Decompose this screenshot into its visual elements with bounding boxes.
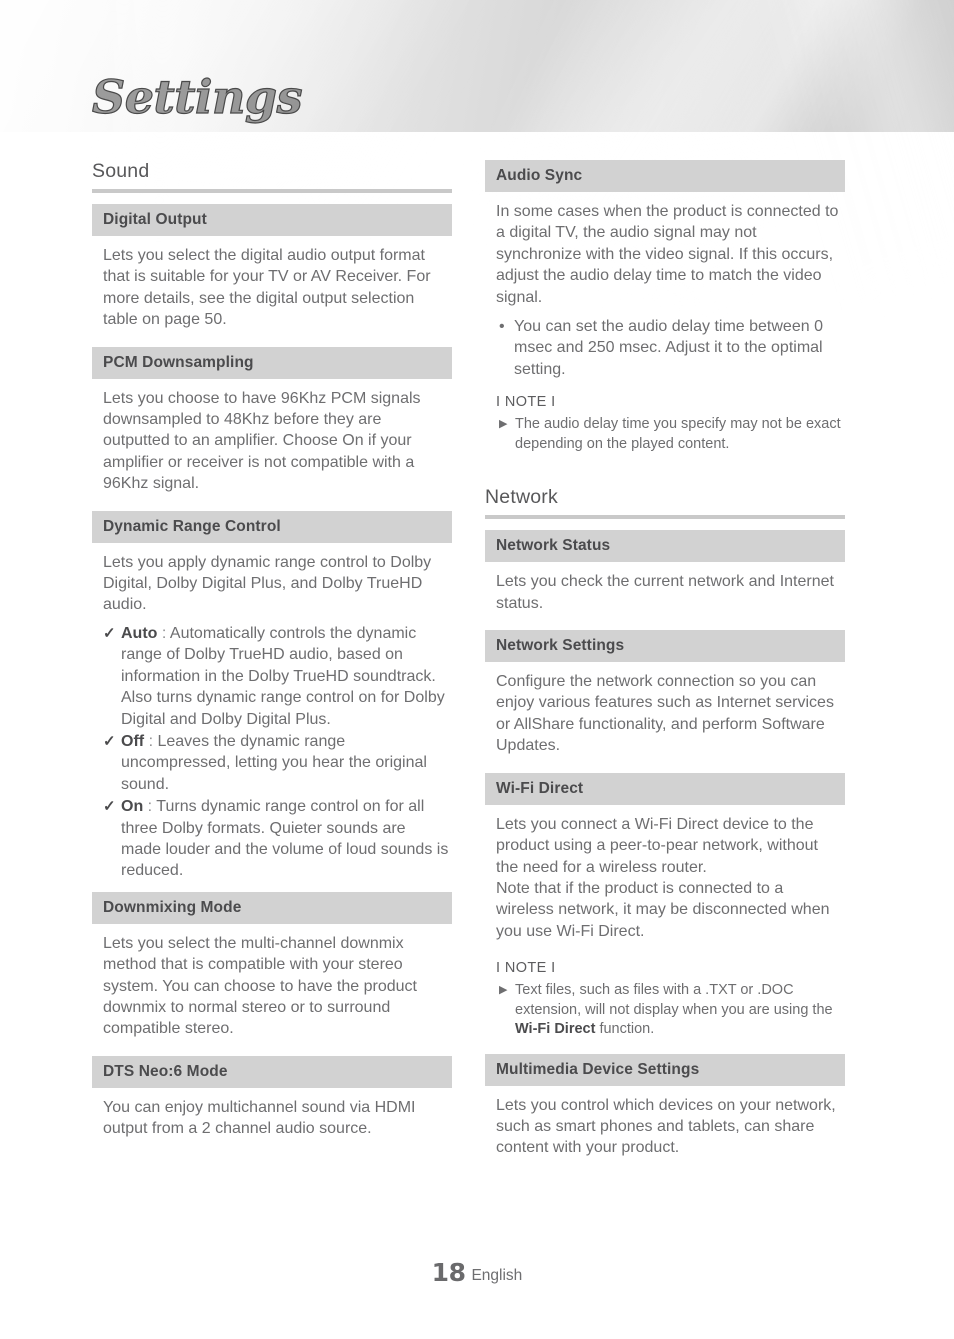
paragraph: Note that if the product is connected to… — [496, 879, 830, 940]
body-dynamic-range-control: Lets you apply dynamic range control to … — [92, 543, 452, 622]
note-block-audio-sync: I NOTE I ▶ The audio delay time you speci… — [485, 380, 845, 454]
section-heading-network: Network — [485, 486, 558, 509]
note-list: ▶ Text files, such as files with a .TXT o… — [496, 981, 843, 1040]
option-term: Auto — [121, 624, 158, 642]
section-network: Network Network Status Lets you check th… — [485, 486, 845, 1165]
list-item: • You can set the audio delay time betwee… — [496, 316, 843, 380]
checkmark-icon: ✓ — [103, 624, 116, 642]
note-item: ▶ Text files, such as files with a .TXT o… — [496, 981, 843, 1040]
subheading-digital-output: Digital Output — [92, 204, 452, 236]
list-item: ✓ Auto : Automatically controls the dynam… — [103, 623, 450, 730]
paragraph: Lets you select the digital audio output… — [103, 247, 431, 329]
note-label: I NOTE I — [496, 394, 556, 411]
section-sound: Sound Digital Output Lets you select the… — [92, 160, 452, 1146]
body-multimedia-device-settings: Lets you control which devices on your n… — [485, 1086, 845, 1165]
left-column: Sound Digital Output Lets you select the… — [92, 160, 452, 1146]
body-downmixing-mode: Lets you select the multi-channel downmi… — [92, 924, 452, 1046]
page-number: 18 — [431, 1258, 466, 1287]
paragraph: Lets you control which devices on your n… — [496, 1096, 836, 1157]
paragraph: In some cases when the product is connec… — [496, 203, 839, 306]
note-text-suffix: function. — [595, 1021, 655, 1038]
note-text-prefix: Text files, such as files with a .TXT or… — [515, 982, 833, 1018]
option-text: Leaves the dynamic range uncompressed, l… — [121, 732, 427, 793]
page-title: Settings — [91, 70, 303, 124]
paragraph: Configure the network connection so you … — [496, 673, 834, 755]
section-rule — [485, 515, 845, 520]
paragraph: Lets you connect a Wi-Fi Direct device t… — [496, 815, 818, 876]
subheading-network-settings: Network Settings — [485, 630, 845, 663]
paragraph: You can enjoy multichannel sound via HDM… — [103, 1098, 416, 1138]
triangle-bullet-icon: ▶ — [499, 984, 508, 997]
option-text: Turns dynamic range control on for all t… — [121, 798, 449, 880]
manual-page: Settings Sound Digital Output Lets you s… — [0, 0, 954, 1339]
option-term: On — [121, 798, 144, 816]
list-item: ✓ On : Turns dynamic range control on for… — [103, 796, 450, 882]
body-audio-sync: In some cases when the product is connec… — [485, 192, 845, 314]
note-text-bold: Wi-Fi Direct — [515, 1021, 596, 1038]
note-label: I NOTE I — [496, 960, 556, 977]
paragraph: Lets you check the current network and I… — [496, 573, 834, 612]
subheading-dts-neo6-mode: DTS Neo:6 Mode — [92, 1055, 452, 1088]
paragraph: Lets you select the multi-channel downmi… — [103, 934, 417, 1038]
body-network-settings: Configure the network connection so you … — [485, 662, 845, 763]
body-pcm-downsampling: Lets you choose to have 96Khz PCM signal… — [92, 379, 452, 501]
section-rule — [92, 189, 452, 193]
check-list-dynamic-range: ✓ Auto : Automatically controls the dynam… — [92, 623, 452, 882]
subheading-wifi-direct: Wi-Fi Direct — [485, 772, 845, 805]
triangle-bullet-icon: ▶ — [499, 418, 508, 431]
option-term: Off — [121, 732, 145, 750]
subheading-network-status: Network Status — [485, 530, 845, 563]
note-text: The audio delay time you specify may not… — [515, 416, 841, 452]
section-heading-sound: Sound — [92, 160, 150, 182]
bullet-list-audio-sync: • You can set the audio delay time betwee… — [485, 316, 845, 380]
checkmark-icon: ✓ — [103, 798, 116, 816]
bullet-text: You can set the audio delay time between… — [514, 318, 823, 378]
body-wifi-direct: Lets you connect a Wi-Fi Direct device t… — [485, 805, 845, 948]
subheading-downmixing-mode: Downmixing Mode — [92, 891, 452, 924]
page-language: English — [471, 1267, 523, 1284]
paragraph: Lets you apply dynamic range control to … — [103, 553, 432, 614]
option-separator: : — [147, 798, 153, 816]
checkmark-icon: ✓ — [103, 732, 116, 750]
section-audio-sync: Audio Sync In some cases when the produc… — [485, 160, 845, 454]
page-footer: 18 English — [0, 1258, 954, 1287]
option-text: Automatically controls the dynamic range… — [121, 624, 445, 728]
right-column: Audio Sync In some cases when the produc… — [485, 160, 845, 1165]
subheading-audio-sync: Audio Sync — [485, 160, 845, 192]
body-dts-neo6-mode: You can enjoy multichannel sound via HDM… — [92, 1088, 452, 1146]
bullet-icon: • — [499, 318, 505, 336]
note-list: ▶ The audio delay time you specify may no… — [496, 415, 843, 454]
subheading-multimedia-device-settings: Multimedia Device Settings — [485, 1053, 845, 1086]
body-network-status: Lets you check the current network and I… — [485, 562, 845, 620]
body-digital-output: Lets you select the digital audio output… — [92, 236, 452, 337]
subheading-dynamic-range-control: Dynamic Range Control — [92, 510, 452, 543]
subheading-pcm-downsampling: PCM Downsampling — [92, 346, 452, 379]
list-item: ✓ Off : Leaves the dynamic range uncompre… — [103, 731, 450, 795]
note-item: ▶ The audio delay time you specify may no… — [496, 415, 843, 454]
option-separator: : — [161, 624, 167, 642]
option-separator: : — [148, 732, 154, 750]
note-block-wifi-direct: I NOTE I ▶ Text files, such as files with… — [485, 948, 845, 1040]
paragraph: Lets you choose to have 96Khz PCM signal… — [103, 389, 421, 493]
